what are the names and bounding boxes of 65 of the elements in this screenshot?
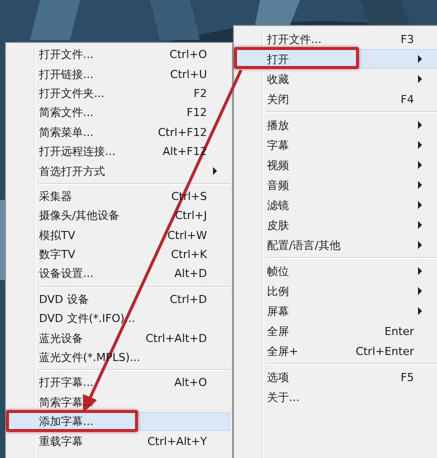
shortcut-label: F12 bbox=[186, 106, 208, 120]
submenu-arrow-icon bbox=[418, 55, 422, 63]
menu-item[interactable]: 模拟TV Ctrl+W bbox=[8, 226, 230, 245]
menu-item[interactable]: 添加字幕... bbox=[8, 412, 230, 432]
shortcut-label: Ctrl+J bbox=[174, 209, 208, 222]
menu-item[interactable]: 摄像头/其他设备 Ctrl+J bbox=[8, 206, 230, 226]
menu-item[interactable]: 关于... bbox=[236, 387, 437, 407]
menu-item[interactable]: 滤镜 bbox=[236, 195, 437, 215]
menu-item[interactable]: 收藏 bbox=[236, 69, 437, 89]
menu-item[interactable]: DVD 设备 Ctrl+D bbox=[8, 290, 230, 310]
submenu-arrow-icon bbox=[418, 181, 422, 189]
shortcut-label: Ctrl+U bbox=[170, 68, 208, 81]
shortcut-label: F4 bbox=[400, 92, 415, 106]
submenu-arrow-icon bbox=[418, 201, 422, 209]
shortcut-label: Ctrl+F12 bbox=[158, 126, 208, 139]
shortcut-label: F3 bbox=[400, 32, 415, 46]
menu-item[interactable]: 简索菜单... Ctrl+F12 bbox=[8, 122, 230, 142]
menu-item[interactable]: 播放 bbox=[236, 115, 437, 135]
submenu-arrow-icon bbox=[418, 221, 422, 229]
submenu-arrow-icon bbox=[418, 141, 422, 149]
shortcut-label: F5 bbox=[400, 370, 415, 384]
menu-item[interactable]: 打开文件... F3 bbox=[236, 29, 437, 49]
shortcut-label: Enter bbox=[384, 324, 415, 338]
menu-item[interactable]: 打开 bbox=[236, 49, 437, 69]
shortcut-label: Ctrl+Enter bbox=[356, 344, 415, 358]
shortcut-label: Ctrl+O bbox=[170, 48, 208, 62]
menu-item[interactable]: 配置/语言/其他 bbox=[236, 235, 437, 255]
submenu-arrow-icon bbox=[418, 267, 422, 275]
menu-item[interactable]: 全屏 Enter bbox=[236, 321, 437, 341]
menu-item[interactable]: 数字TV Ctrl+K bbox=[8, 244, 230, 264]
shortcut-label: Ctrl+K bbox=[170, 248, 208, 262]
shortcut-label: Ctrl+Alt+D bbox=[146, 332, 208, 345]
shortcut-label: Ctrl+W bbox=[167, 228, 208, 242]
menu-item[interactable]: 设备设置... Alt+D bbox=[8, 264, 230, 284]
menu-item[interactable]: 关闭 F4 bbox=[236, 89, 437, 109]
menu-item[interactable]: 简索字幕... bbox=[8, 392, 230, 412]
menu-item[interactable]: 打开字幕... Alt+O bbox=[8, 373, 230, 393]
menu-item[interactable]: 简索文件... F12 bbox=[8, 103, 230, 123]
menu-item[interactable]: 选项 F5 bbox=[236, 367, 437, 387]
menu-item[interactable]: 视频 bbox=[236, 155, 437, 175]
submenu-arrow-icon bbox=[418, 121, 422, 129]
submenu-arrow-icon bbox=[418, 75, 422, 83]
shortcut-label: F2 bbox=[194, 86, 208, 100]
shortcut-label: Ctrl+Alt+Y bbox=[147, 434, 208, 448]
menu-item[interactable]: 打开文件... Ctrl+O bbox=[8, 45, 230, 64]
menu-item[interactable]: 屏幕 bbox=[236, 301, 437, 321]
submenu-arrow-icon bbox=[418, 161, 422, 169]
menu-item[interactable]: 重载字幕 Ctrl+Alt+Y bbox=[8, 431, 230, 451]
menu-item[interactable]: 皮肤 bbox=[236, 215, 437, 235]
menu-item[interactable]: 蓝光设备 Ctrl+Alt+D bbox=[8, 328, 230, 348]
menu-item[interactable]: 打开链接... Ctrl+U bbox=[8, 64, 230, 84]
shortcut-label: Alt+D bbox=[174, 267, 208, 280]
menu-item[interactable]: 音频 bbox=[236, 175, 437, 195]
submenu-arrow-icon bbox=[213, 167, 217, 176]
submenu-arrow-icon bbox=[418, 287, 422, 295]
menu-item[interactable]: 打开文件夹... F2 bbox=[8, 84, 230, 104]
menu-item[interactable]: 首选打开方式 bbox=[8, 161, 230, 181]
menu-item[interactable]: 比例 bbox=[236, 281, 437, 301]
menu-item[interactable]: 帧位 bbox=[236, 261, 437, 281]
submenu-arrow-icon bbox=[418, 307, 422, 315]
shortcut-label: Alt+O bbox=[174, 376, 208, 390]
menu-item[interactable]: 全屏+ Ctrl+Enter bbox=[236, 341, 437, 361]
menu-item[interactable]: 字幕 bbox=[236, 135, 437, 155]
shortcut-label: Ctrl+D bbox=[170, 292, 208, 306]
submenu-arrow-icon bbox=[418, 241, 422, 249]
